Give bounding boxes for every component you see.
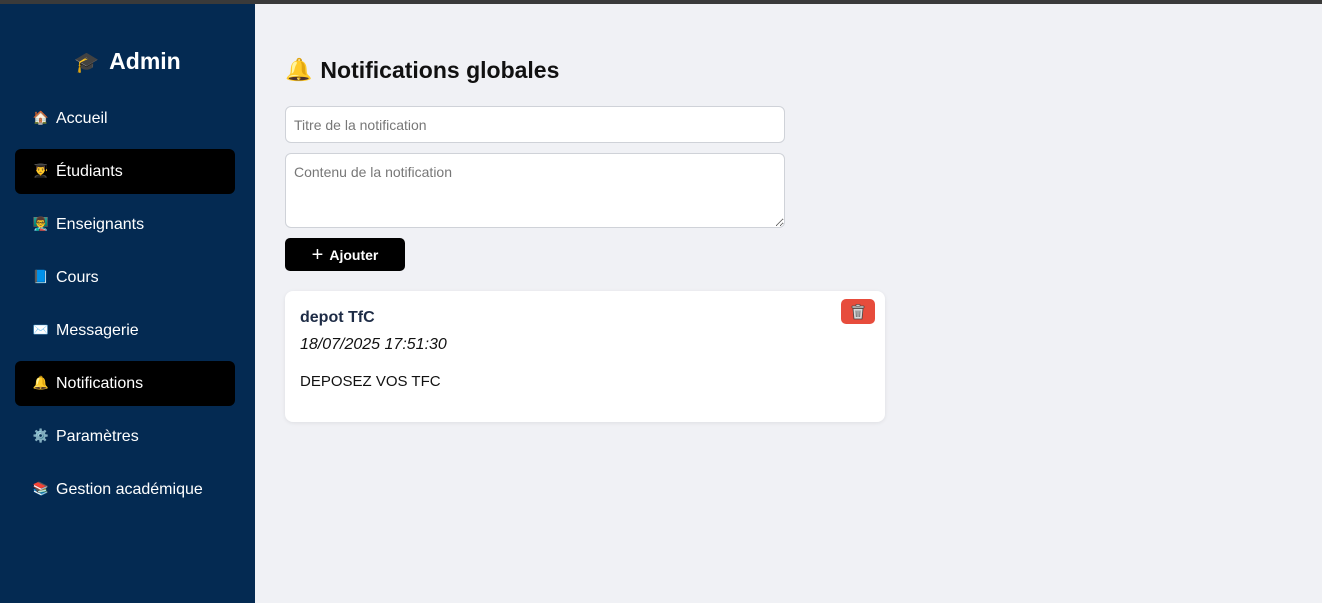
add-button-label: Ajouter (329, 246, 379, 263)
sidebar-item-label: Cours (56, 268, 99, 286)
brand-title: Admin (109, 48, 181, 74)
student-icon: 👨‍🎓 (32, 164, 50, 179)
books-icon: 📚 (32, 482, 50, 497)
sidebar-item-notifications[interactable]: 🔔 Notifications (15, 361, 235, 406)
plus-icon: + (311, 243, 324, 266)
sidebar-item-parametres[interactable]: ⚙️ Paramètres (15, 414, 235, 459)
sidebar-item-label: Enseignants (56, 215, 145, 233)
sidebar-brand: 🎓 Admin (0, 48, 255, 75)
page-title: 🔔 Notifications globales (285, 57, 559, 84)
sidebar-item-label: Notifications (56, 374, 144, 392)
sidebar-item-gestion-academique[interactable]: 📚 Gestion académique (15, 467, 235, 512)
sidebar-item-cours[interactable]: 📘 Cours (15, 255, 235, 300)
teacher-icon: 👨‍🏫 (32, 217, 50, 232)
bell-icon: 🔔 (32, 376, 50, 391)
sidebar-nav: 🏠 Accueil 👨‍🎓 Étudiants 👨‍🏫 Enseignants … (15, 96, 235, 520)
page-title-text: Notifications globales (320, 57, 560, 83)
main-content: 🔔 Notifications globales + Ajouter depot… (255, 4, 1322, 603)
delete-notification-button[interactable] (841, 299, 875, 324)
sidebar-item-label: Messagerie (56, 321, 139, 339)
sidebar-item-label: Paramètres (56, 427, 139, 445)
notification-content-textarea[interactable] (285, 153, 785, 228)
sidebar-item-messagerie[interactable]: ✉️ Messagerie (15, 308, 235, 353)
notification-title-input[interactable] (285, 106, 785, 143)
add-notification-button[interactable]: + Ajouter (285, 238, 405, 271)
notification-card: depot TfC 18/07/2025 17:51:30 DEPOSEZ VO… (285, 291, 885, 422)
sidebar-item-accueil[interactable]: 🏠 Accueil (15, 96, 235, 141)
graduation-cap-icon: 🎓 (74, 49, 100, 74)
book-icon: 📘 (32, 270, 50, 285)
sidebar-item-enseignants[interactable]: 👨‍🏫 Enseignants (15, 202, 235, 247)
gear-icon: ⚙️ (32, 429, 50, 444)
sidebar-item-label: Étudiants (56, 162, 123, 180)
notification-content: DEPOSEZ VOS TFC (300, 373, 441, 390)
sidebar: 🎓 Admin 🏠 Accueil 👨‍🎓 Étudiants 👨‍🏫 Ense… (0, 4, 255, 603)
house-icon: 🏠 (32, 111, 50, 126)
notification-title: depot TfC (300, 309, 375, 326)
envelope-icon: ✉️ (32, 323, 50, 338)
sidebar-item-etudiants[interactable]: 👨‍🎓 Étudiants (15, 149, 235, 194)
sidebar-item-label: Gestion académique (56, 480, 203, 498)
trash-icon (851, 303, 865, 319)
sidebar-item-label: Accueil (56, 109, 108, 127)
bell-icon: 🔔 (285, 58, 313, 83)
notification-date: 18/07/2025 17:51:30 (300, 336, 447, 353)
